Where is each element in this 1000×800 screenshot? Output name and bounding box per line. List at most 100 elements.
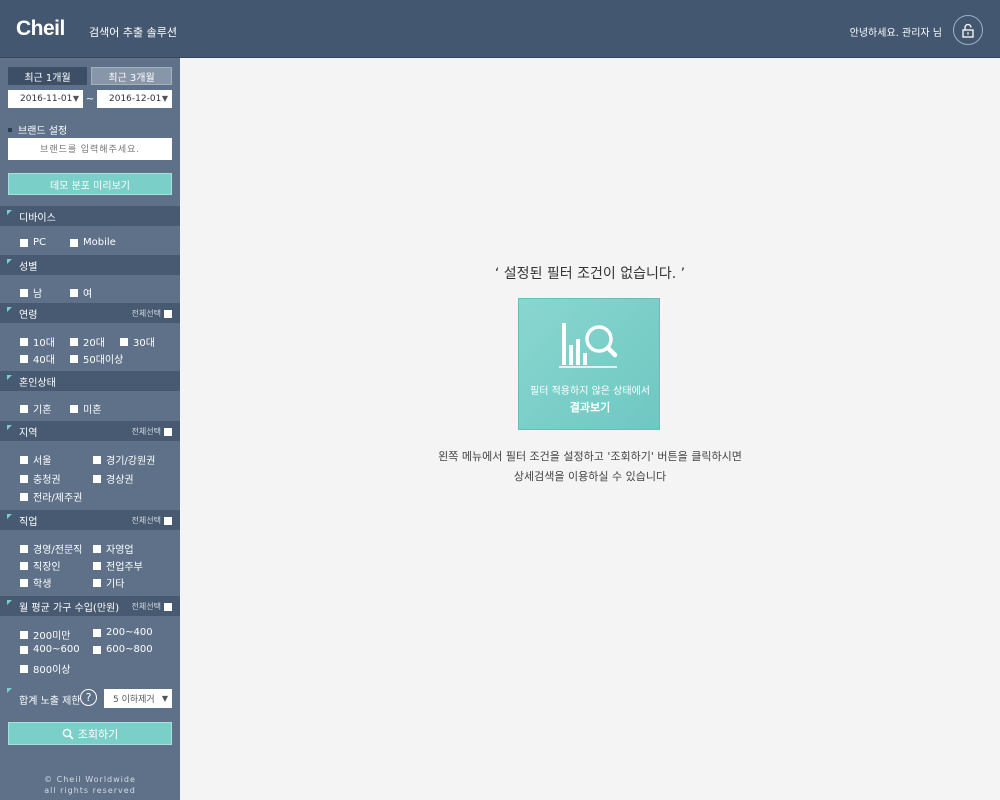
checkbox-box[interactable] — [93, 578, 101, 587]
checkbox-chungcheong[interactable]: 충청권 — [20, 471, 61, 486]
header: Cheil 검색어 추출 솔루션 안녕하세요. 관리자 님 — [0, 0, 1000, 58]
checkbox-box[interactable] — [164, 516, 172, 525]
section-job: 직업 전체선택 — [0, 510, 180, 530]
corner-triangle-icon — [7, 375, 12, 380]
checkbox-box[interactable] — [20, 492, 28, 501]
instruction-line-1: 왼쪽 메뉴에서 필터 조건을 설정하고 '조회하기' 버튼을 클릭하시면 — [438, 450, 742, 463]
option-label: 미혼 — [83, 405, 102, 416]
checkbox-box[interactable] — [20, 337, 28, 346]
option-label: 600~800 — [106, 644, 153, 655]
checkbox-box[interactable] — [70, 337, 78, 346]
checkbox-student[interactable]: 학생 — [20, 575, 51, 590]
help-icon[interactable]: ? — [80, 689, 97, 706]
brand-label: 브랜드 설정 — [8, 122, 67, 137]
exposure-limit-row: 합계 노출 제한 ? 5 이하제거 ▼ — [0, 688, 180, 708]
checkbox-box[interactable] — [20, 455, 28, 464]
checkbox-female[interactable]: 여 — [70, 285, 92, 300]
section-marital: 혼인상태 — [0, 371, 180, 391]
checkbox-male[interactable]: 남 — [20, 285, 42, 300]
checkbox-pc[interactable]: PC — [20, 237, 46, 248]
start-date-value: 2016-11-01 — [20, 94, 73, 104]
select-all-age[interactable]: 전체선택 — [132, 308, 172, 319]
checkbox-professional[interactable]: 경영/전문직 — [20, 541, 82, 556]
end-date-select[interactable]: 2016-12-01 ▼ — [97, 90, 172, 108]
checkbox-box[interactable] — [120, 337, 128, 346]
dropdown-arrow-icon: ▼ — [161, 694, 168, 703]
checkbox-box[interactable] — [20, 561, 28, 570]
checkbox-box[interactable] — [70, 288, 78, 297]
option-label: 기혼 — [33, 405, 52, 416]
checkbox-income-800-plus[interactable]: 800이상 — [20, 661, 71, 676]
checkbox-age-30s[interactable]: 30대 — [120, 334, 155, 349]
checkbox-income-600-800[interactable]: 600~800 — [93, 644, 153, 655]
checkbox-income-under-200[interactable]: 200미만 — [20, 627, 71, 642]
checkbox-gyeongsang[interactable]: 경상권 — [93, 471, 134, 486]
checkbox-gyeonggi[interactable]: 경기/강원권 — [93, 452, 155, 467]
checkbox-office-worker[interactable]: 직장인 — [20, 558, 61, 573]
brand-input[interactable] — [8, 138, 172, 160]
checkbox-mobile[interactable]: Mobile — [70, 237, 116, 248]
period-3-month-button[interactable]: 최근 3개월 — [91, 67, 172, 85]
checkbox-box[interactable] — [93, 645, 101, 654]
corner-triangle-icon — [7, 210, 12, 215]
period-1-month-button[interactable]: 최근 1개월 — [8, 67, 87, 85]
checkbox-income-200-400[interactable]: 200~400 — [93, 627, 153, 638]
checkbox-homemaker[interactable]: 전업주부 — [93, 558, 143, 573]
checkbox-box[interactable] — [164, 309, 172, 318]
checkbox-box[interactable] — [20, 404, 28, 413]
checkbox-age-20s[interactable]: 20대 — [70, 334, 105, 349]
demo-preview-button[interactable]: 데모 분포 미리보기 — [8, 173, 172, 195]
exposure-limit-select[interactable]: 5 이하제거 ▼ — [104, 689, 172, 708]
checkbox-box[interactable] — [20, 578, 28, 587]
view-unfiltered-results-button[interactable]: 필터 적용하지 않은 상태에서 결과보기 — [518, 298, 660, 430]
start-date-select[interactable]: 2016-11-01 ▼ — [8, 90, 83, 108]
exposure-limit-value: 5 이하제거 — [113, 695, 155, 705]
logout-button[interactable] — [953, 15, 983, 45]
select-all-income[interactable]: 전체선택 — [132, 601, 172, 612]
option-label: 학생 — [33, 579, 52, 590]
checkbox-age-10s[interactable]: 10대 — [20, 334, 55, 349]
option-label: 전라/제주권 — [33, 493, 83, 504]
checkbox-box[interactable] — [20, 288, 28, 297]
corner-triangle-icon — [7, 600, 12, 605]
checkbox-box[interactable] — [164, 427, 172, 436]
checkbox-box[interactable] — [93, 561, 101, 570]
search-button[interactable]: 조회하기 — [8, 722, 172, 745]
logo[interactable]: Cheil — [16, 17, 65, 41]
checkbox-jeolla[interactable]: 전라/제주권 — [20, 489, 82, 504]
select-all-region[interactable]: 전체선택 — [132, 426, 172, 437]
checkbox-married[interactable]: 기혼 — [20, 401, 51, 416]
checkbox-self-employed[interactable]: 자영업 — [93, 541, 134, 556]
checkbox-box[interactable] — [20, 544, 28, 553]
checkbox-box[interactable] — [70, 354, 78, 363]
checkbox-single[interactable]: 미혼 — [70, 401, 101, 416]
checkbox-box[interactable] — [20, 238, 28, 247]
checkbox-box[interactable] — [20, 645, 28, 654]
checkbox-box[interactable] — [70, 404, 78, 413]
checkbox-box[interactable] — [70, 238, 78, 247]
checkbox-other[interactable]: 기타 — [93, 575, 124, 590]
checkbox-box[interactable] — [93, 628, 101, 637]
select-all-label: 전체선택 — [131, 427, 161, 436]
option-label: 200~400 — [106, 627, 153, 638]
checkbox-box[interactable] — [93, 474, 101, 483]
checkbox-seoul[interactable]: 서울 — [20, 452, 51, 467]
filter-sidebar: 최근 1개월 최근 3개월 2016-11-01 ▼ ~ 2016-12-01 … — [0, 58, 180, 800]
search-icon — [62, 728, 74, 740]
copyright-line-1: © Cheil Worldwide — [44, 775, 136, 784]
date-range: 2016-11-01 ▼ ~ 2016-12-01 ▼ — [8, 90, 172, 108]
checkbox-box[interactable] — [93, 455, 101, 464]
checkbox-age-50plus[interactable]: 50대이상 — [70, 351, 123, 366]
checkbox-box[interactable] — [20, 354, 28, 363]
checkbox-box[interactable] — [20, 474, 28, 483]
checkbox-income-400-600[interactable]: 400~600 — [20, 644, 80, 655]
checkbox-box[interactable] — [164, 602, 172, 611]
checkbox-box[interactable] — [20, 664, 28, 673]
empty-state-title: ‘ 설정된 필터 조건이 없습니다. ’ — [494, 266, 686, 282]
checkbox-box[interactable] — [20, 630, 28, 639]
section-gender-title: 성별 — [19, 261, 38, 273]
checkbox-age-40s[interactable]: 40대 — [20, 351, 55, 366]
option-label: 서울 — [33, 456, 52, 467]
select-all-job[interactable]: 전체선택 — [132, 515, 172, 526]
checkbox-box[interactable] — [93, 544, 101, 553]
